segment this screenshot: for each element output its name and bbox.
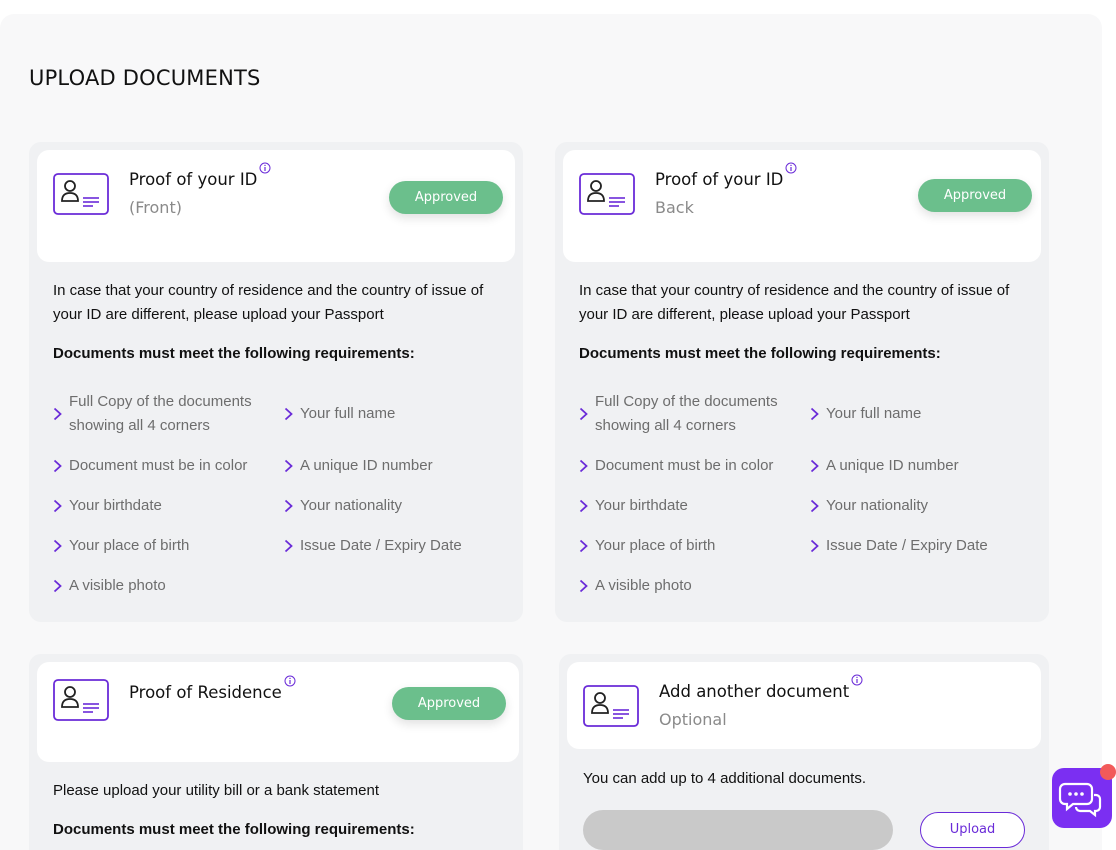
chevron-right-icon xyxy=(579,407,588,421)
requirement-item: A unique ID number xyxy=(284,454,504,478)
chevron-right-icon xyxy=(810,459,819,473)
upload-button[interactable]: Upload xyxy=(920,812,1025,848)
info-icon[interactable] xyxy=(259,162,271,174)
chevron-right-icon xyxy=(284,539,293,553)
requirement-item: Your nationality xyxy=(284,494,504,518)
requirements-title: Documents must meet the following requir… xyxy=(53,821,415,838)
requirement-item: Document must be in color xyxy=(579,454,804,478)
requirement-item: Your full name xyxy=(810,402,1030,426)
chevron-right-icon xyxy=(284,499,293,513)
chevron-right-icon xyxy=(810,499,819,513)
requirement-item: A visible photo xyxy=(579,574,799,598)
requirement-item: Your nationality xyxy=(810,494,1030,518)
id-card-icon xyxy=(579,173,635,215)
requirements-title: Documents must meet the following requir… xyxy=(53,345,415,362)
requirement-item: Your place of birth xyxy=(53,534,273,558)
id-card-icon xyxy=(583,685,639,727)
id-card-icon xyxy=(53,679,109,721)
id-back-subtitle: Back xyxy=(655,198,694,217)
info-icon[interactable] xyxy=(284,675,296,687)
chevron-right-icon xyxy=(53,579,62,593)
requirement-item: Document must be in color xyxy=(53,454,278,478)
id-back-description: In case that your country of residence a… xyxy=(579,282,1010,323)
additional-document-title: Add another document xyxy=(659,674,863,701)
info-icon[interactable] xyxy=(785,162,797,174)
chevron-right-icon xyxy=(53,407,62,421)
additional-document-description: You can add up to 4 additional documents… xyxy=(583,770,866,787)
requirement-item: A visible photo xyxy=(53,574,273,598)
id-front-subtitle: (Front) xyxy=(129,198,182,217)
chevron-right-icon xyxy=(53,459,62,473)
residence-title: Proof of Residence xyxy=(129,675,296,702)
chevron-right-icon xyxy=(53,499,62,513)
chevron-right-icon xyxy=(579,539,588,553)
chevron-right-icon xyxy=(53,539,62,553)
requirement-item: Full Copy of the documents showing all 4… xyxy=(53,390,273,438)
chevron-right-icon xyxy=(579,459,588,473)
requirement-item: Your full name xyxy=(284,402,504,426)
additional-document-subtitle: Optional xyxy=(659,710,727,729)
requirement-item: Your birthdate xyxy=(579,494,799,518)
chevron-right-icon xyxy=(810,539,819,553)
requirement-item: Issue Date / Expiry Date xyxy=(810,534,1030,558)
file-picker-field[interactable] xyxy=(583,810,893,850)
requirements-title: Documents must meet the following requir… xyxy=(579,345,941,362)
requirement-item: A unique ID number xyxy=(810,454,1030,478)
status-badge: Approved xyxy=(392,687,506,720)
requirement-item: Your birthdate xyxy=(53,494,273,518)
chevron-right-icon xyxy=(810,407,819,421)
notification-dot xyxy=(1100,764,1116,780)
id-front-description: In case that your country of residence a… xyxy=(53,282,484,323)
chevron-right-icon xyxy=(284,459,293,473)
chevron-right-icon xyxy=(579,579,588,593)
chevron-right-icon xyxy=(284,407,293,421)
requirement-item: Full Copy of the documents showing all 4… xyxy=(579,390,799,438)
chevron-right-icon xyxy=(579,499,588,513)
requirement-item: Your place of birth xyxy=(579,534,799,558)
info-icon[interactable] xyxy=(851,674,863,686)
id-front-title: Proof of your ID xyxy=(129,162,271,189)
page-title: UPLOAD DOCUMENTS xyxy=(29,66,261,90)
requirement-item: Issue Date / Expiry Date xyxy=(284,534,504,558)
residence-description: Please upload your utility bill or a ban… xyxy=(53,782,380,799)
id-back-title: Proof of your ID xyxy=(655,162,797,189)
status-badge: Approved xyxy=(918,179,1032,212)
id-card-icon xyxy=(53,173,109,215)
status-badge: Approved xyxy=(389,181,503,214)
